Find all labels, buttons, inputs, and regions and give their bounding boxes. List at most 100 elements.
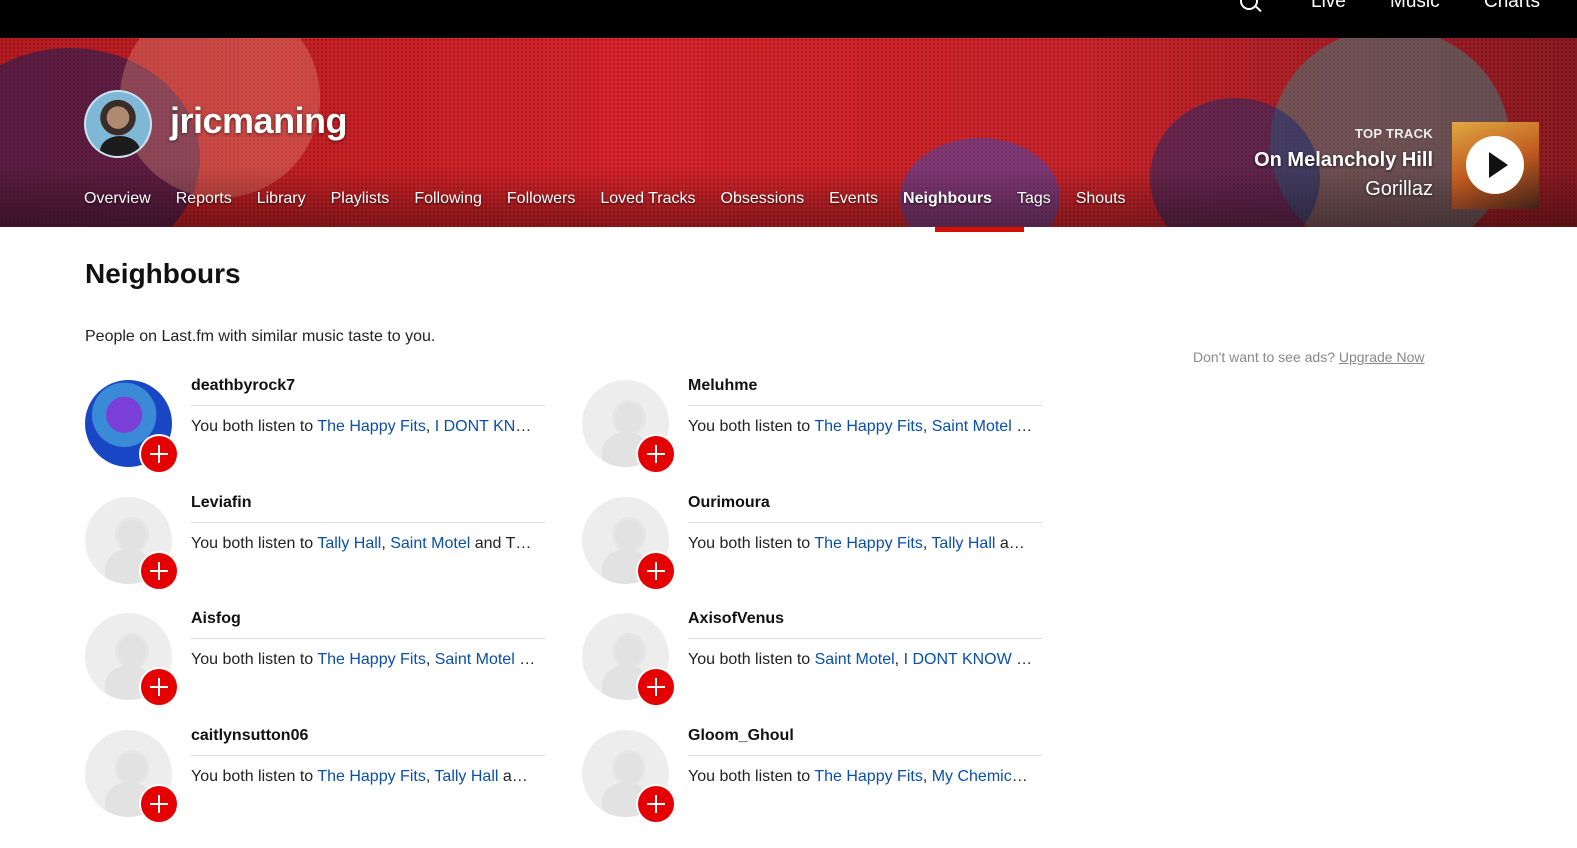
default-avatar-icon (612, 750, 646, 786)
add-friend-icon[interactable] (139, 551, 179, 591)
shared-prefix: You both listen to (688, 651, 815, 668)
neighbour-card: deathbyrock7 You both listen to The Happ… (85, 377, 545, 474)
artist-link[interactable]: The Happy Fits (317, 651, 425, 668)
tab-library[interactable]: Library (257, 190, 306, 216)
neighbour-name[interactable]: Ourimoura (688, 494, 770, 512)
neighbour-name[interactable]: Gloom_Ghoul (688, 727, 794, 745)
add-friend-icon[interactable] (139, 784, 179, 824)
play-icon[interactable] (1466, 136, 1524, 194)
shared-artists: You both listen to The Happy Fits, Tally… (191, 768, 545, 786)
top-track-name[interactable]: On Melancholy Hill (1254, 149, 1433, 172)
neighbour-name[interactable]: deathbyrock7 (191, 377, 295, 395)
top-track-label: TOP TRACK (1354, 126, 1433, 141)
artist-link[interactable]: I DONT KN (435, 418, 516, 435)
shared-artists: You both listen to Tally Hall, Saint Mot… (191, 535, 545, 553)
artist-link[interactable]: Saint Motel (390, 535, 470, 552)
active-tab-indicator (935, 227, 1024, 232)
artist-link[interactable]: Saint Motel (932, 418, 1012, 435)
nav-charts-link[interactable]: Charts (1484, 0, 1540, 13)
profile-tabs: Overview Reports Library Playlists Follo… (84, 190, 1151, 216)
neighbour-name[interactable]: Aisfog (191, 610, 241, 628)
artist-link[interactable]: Saint Motel (815, 651, 895, 668)
shared-tail: … (1011, 768, 1028, 785)
shared-artists: You both listen to The Happy Fits, Saint… (688, 418, 1042, 436)
tab-following[interactable]: Following (414, 190, 482, 216)
shared-artists: You both listen to Saint Motel, I DONT K… (688, 651, 1042, 669)
tab-shouts[interactable]: Shouts (1076, 190, 1126, 216)
tab-playlists[interactable]: Playlists (331, 190, 390, 216)
shared-tail: and T… (470, 535, 532, 552)
shared-tail: … (514, 651, 536, 668)
shared-tail: … (1011, 651, 1033, 668)
shared-prefix: You both listen to (191, 651, 318, 668)
page-title: Neighbours (85, 258, 241, 289)
tab-overview[interactable]: Overview (84, 190, 151, 216)
add-friend-icon[interactable] (139, 667, 179, 707)
nav-live-link[interactable]: Live (1311, 0, 1346, 13)
neighbour-card: Gloom_Ghoul You both listen to The Happy… (582, 727, 1042, 824)
artist-link[interactable]: My Chemic (932, 768, 1012, 785)
artist-separator: , (922, 768, 932, 785)
tab-neighbours[interactable]: Neighbours (903, 190, 992, 216)
default-avatar-icon (612, 633, 646, 669)
shared-prefix: You both listen to (688, 768, 815, 785)
neighbour-card: Meluhme You both listen to The Happy Fit… (582, 377, 1042, 474)
artist-separator: , (922, 418, 932, 435)
profile-avatar[interactable] (84, 90, 152, 158)
add-friend-icon[interactable] (636, 784, 676, 824)
nav-music-link[interactable]: Music (1390, 0, 1440, 13)
neighbour-card: Leviafin You both listen to Tally Hall, … (85, 494, 545, 591)
artist-link[interactable]: Tally Hall (317, 535, 381, 552)
default-avatar-icon (115, 517, 149, 553)
page-intro: People on Last.fm with similar music tas… (85, 328, 436, 345)
artist-link[interactable]: The Happy Fits (814, 418, 922, 435)
divider (688, 522, 1042, 523)
neighbour-name[interactable]: AxisofVenus (688, 610, 784, 628)
artist-link[interactable]: The Happy Fits (814, 768, 922, 785)
neighbour-name[interactable]: Meluhme (688, 377, 757, 395)
add-friend-icon[interactable] (636, 667, 676, 707)
profile-username: jricmaning (170, 100, 348, 141)
default-avatar-icon (612, 400, 646, 436)
tab-tags[interactable]: Tags (1017, 190, 1051, 216)
tab-obsessions[interactable]: Obsessions (721, 190, 805, 216)
shared-prefix: You both listen to (191, 768, 318, 785)
default-avatar-icon (115, 633, 149, 669)
top-navigation-bar: Live Music Charts (0, 0, 1577, 38)
shared-tail: … (1011, 418, 1033, 435)
divider (688, 405, 1042, 406)
artist-link[interactable]: The Happy Fits (317, 768, 425, 785)
artist-link[interactable]: The Happy Fits (317, 418, 425, 435)
shared-prefix: You both listen to (191, 535, 318, 552)
tab-loved-tracks[interactable]: Loved Tracks (600, 190, 695, 216)
neighbour-card: AxisofVenus You both listen to Saint Mot… (582, 610, 1042, 707)
default-avatar-icon (115, 750, 149, 786)
neighbour-name[interactable]: caitlynsutton06 (191, 727, 308, 745)
artist-link[interactable]: Tally Hall (434, 768, 498, 785)
tab-reports[interactable]: Reports (176, 190, 232, 216)
artist-link[interactable]: The Happy Fits (814, 535, 922, 552)
divider (688, 755, 1042, 756)
shared-artists: You both listen to The Happy Fits, I DON… (191, 418, 545, 436)
divider (191, 405, 545, 406)
add-friend-icon[interactable] (636, 434, 676, 474)
upgrade-now-link[interactable]: Upgrade Now (1339, 349, 1425, 365)
top-track-artist[interactable]: Gorillaz (1365, 178, 1433, 201)
ad-notice-text: Don't want to see ads? (1193, 349, 1335, 365)
default-avatar-icon (612, 517, 646, 553)
ad-notice: Don't want to see ads? Upgrade Now (1193, 349, 1424, 365)
tab-followers[interactable]: Followers (507, 190, 575, 216)
neighbour-name[interactable]: Leviafin (191, 494, 251, 512)
shared-artists: You both listen to The Happy Fits, My Ch… (688, 768, 1042, 786)
add-friend-icon[interactable] (636, 551, 676, 591)
top-track-cover[interactable] (1452, 122, 1539, 209)
artist-link[interactable]: Tally Hall (931, 535, 995, 552)
artist-link[interactable]: Saint Motel (435, 651, 515, 668)
artist-link[interactable]: I DONT KNOW (904, 651, 1012, 668)
add-friend-icon[interactable] (139, 434, 179, 474)
shared-tail: a… (995, 535, 1025, 552)
neighbour-card: Aisfog You both listen to The Happy Fits… (85, 610, 545, 707)
search-icon[interactable] (1240, 0, 1258, 10)
shared-artists: You both listen to The Happy Fits, Tally… (688, 535, 1042, 553)
tab-events[interactable]: Events (829, 190, 878, 216)
